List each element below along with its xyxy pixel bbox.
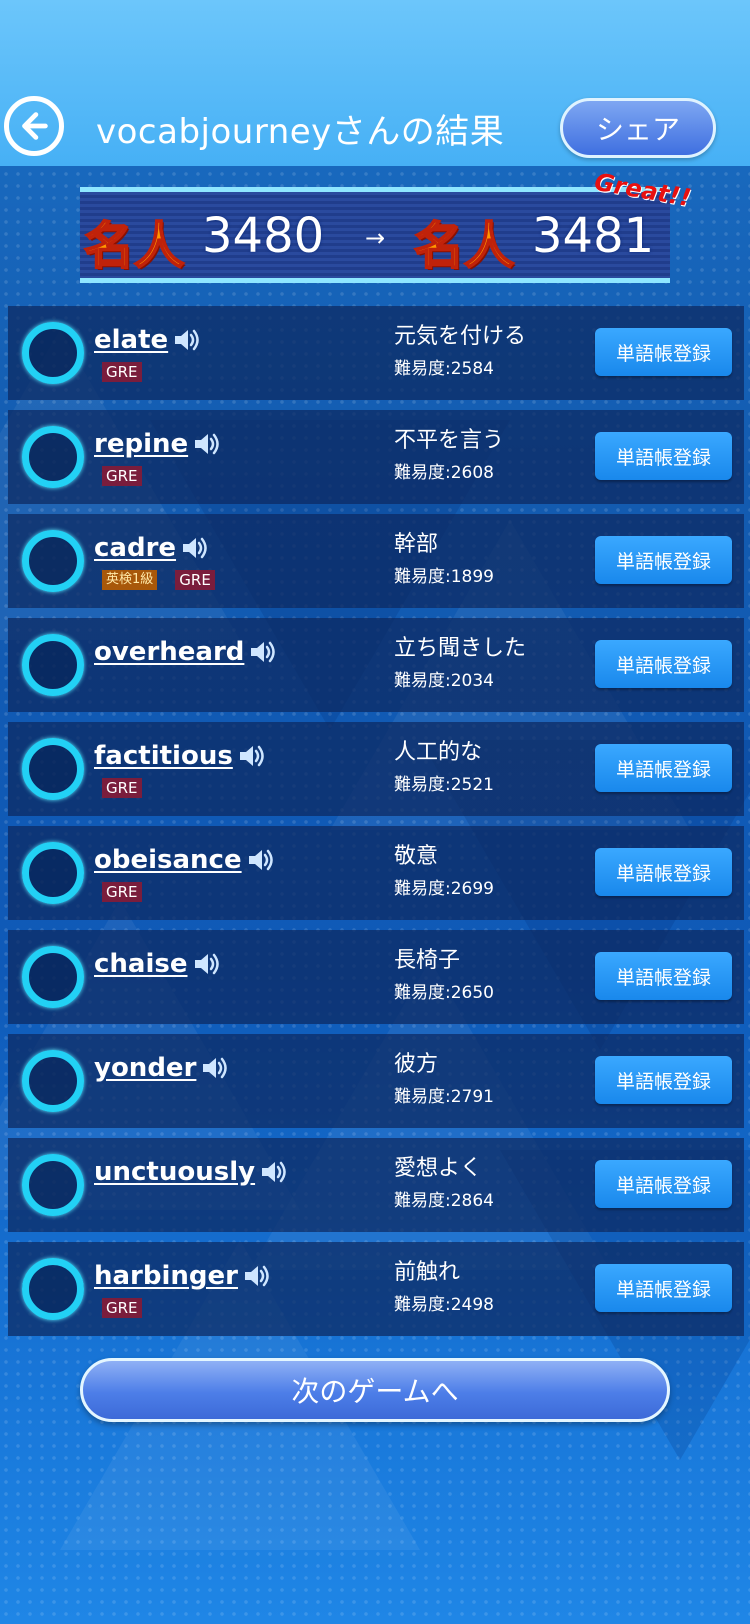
word-tags: GRE <box>102 362 160 382</box>
word-row: chaise 長椅子 難易度:2650 単語帳登録 <box>8 930 744 1024</box>
word-row: factitious GRE 人工的な 難易度:2521 単語帳登録 <box>8 722 744 816</box>
app-header: vocabjourneyさんの結果 シェア <box>0 0 750 166</box>
word-tags: GRE <box>102 466 160 486</box>
word-meaning: 前触れ <box>394 1260 461 1285</box>
word-meaning: 長椅子 <box>394 948 461 973</box>
register-button[interactable]: 単語帳登録 <box>595 1160 732 1208</box>
word-difficulty: 難易度:2650 <box>394 983 494 1003</box>
word-meaning: 幹部 <box>394 532 439 557</box>
correct-circle-icon <box>22 946 84 1008</box>
speaker-icon[interactable] <box>259 1158 287 1186</box>
speaker-icon[interactable] <box>246 846 274 874</box>
word-result-list: elate GRE 元気を付ける 難易度:2584 単語帳登録 repine G… <box>8 306 744 1346</box>
word-row: unctuously 愛想よく 難易度:2864 単語帳登録 <box>8 1138 744 1232</box>
word-tags: GRE <box>102 778 160 798</box>
speaker-icon[interactable] <box>172 326 200 354</box>
word-tag: GRE <box>102 882 142 902</box>
rank-arrow: → <box>365 224 386 252</box>
speaker-icon[interactable] <box>237 742 265 770</box>
word-tags: 英検1級 GRE <box>102 570 233 590</box>
word-difficulty: 難易度:2584 <box>394 359 494 379</box>
word-tags: GRE <box>102 882 160 902</box>
word-link[interactable]: elate <box>94 325 168 355</box>
register-button[interactable]: 単語帳登録 <box>595 328 732 376</box>
register-button[interactable]: 単語帳登録 <box>595 1056 732 1104</box>
back-button[interactable] <box>4 96 64 156</box>
word-difficulty: 難易度:2608 <box>394 463 494 483</box>
word-link[interactable]: yonder <box>94 1053 196 1083</box>
correct-circle-icon <box>22 634 84 696</box>
speaker-icon[interactable] <box>192 430 220 458</box>
register-button[interactable]: 単語帳登録 <box>595 432 732 480</box>
back-arrow-icon <box>22 112 48 140</box>
correct-circle-icon <box>22 530 84 592</box>
word-difficulty: 難易度:2791 <box>394 1087 494 1107</box>
share-button[interactable]: シェア <box>560 98 716 158</box>
word-difficulty: 難易度:2034 <box>394 671 494 691</box>
word-meaning: 人工的な <box>394 740 483 765</box>
word-meaning: 元気を付ける <box>394 324 527 349</box>
speaker-icon[interactable] <box>192 950 220 978</box>
correct-circle-icon <box>22 322 84 384</box>
word-link[interactable]: overheard <box>94 637 244 667</box>
rank-after-title: 名人 <box>413 216 515 276</box>
word-difficulty: 難易度:2498 <box>394 1295 494 1315</box>
speaker-icon[interactable] <box>200 1054 228 1082</box>
word-meaning: 彼方 <box>394 1052 439 1077</box>
word-difficulty: 難易度:2864 <box>394 1191 494 1211</box>
register-button[interactable]: 単語帳登録 <box>595 848 732 896</box>
rank-before-value: 3480 <box>202 208 325 264</box>
word-tag: GRE <box>102 362 142 382</box>
word-row: overheard 立ち聞きした 難易度:2034 単語帳登録 <box>8 618 744 712</box>
word-difficulty: 難易度:1899 <box>394 567 494 587</box>
word-meaning: 立ち聞きした <box>394 636 527 661</box>
correct-circle-icon <box>22 1154 84 1216</box>
rank-banner: 名人 3480 → 名人 3481 <box>80 187 670 283</box>
word-link[interactable]: cadre <box>94 533 176 563</box>
speaker-icon[interactable] <box>242 1262 270 1290</box>
word-link[interactable]: chaise <box>94 949 188 979</box>
word-link[interactable]: obeisance <box>94 845 242 875</box>
correct-circle-icon <box>22 842 84 904</box>
word-link[interactable]: factitious <box>94 741 233 771</box>
speaker-icon[interactable] <box>180 534 208 562</box>
register-button[interactable]: 単語帳登録 <box>595 744 732 792</box>
next-game-button[interactable]: 次のゲームへ <box>80 1358 670 1422</box>
word-tag: GRE <box>102 466 142 486</box>
word-difficulty: 難易度:2521 <box>394 775 494 795</box>
word-tag: GRE <box>175 570 215 590</box>
correct-circle-icon <box>22 738 84 800</box>
page-title: vocabjourneyさんの結果 <box>96 112 505 152</box>
word-meaning: 敬意 <box>394 844 439 869</box>
word-link[interactable]: unctuously <box>94 1157 255 1187</box>
word-row: harbinger GRE 前触れ 難易度:2498 単語帳登録 <box>8 1242 744 1336</box>
word-row: yonder 彼方 難易度:2791 単語帳登録 <box>8 1034 744 1128</box>
word-row: repine GRE 不平を言う 難易度:2608 単語帳登録 <box>8 410 744 504</box>
word-tag: GRE <box>102 778 142 798</box>
word-link[interactable]: harbinger <box>94 1261 238 1291</box>
word-meaning: 愛想よく <box>394 1156 483 1181</box>
speaker-icon[interactable] <box>248 638 276 666</box>
correct-circle-icon <box>22 1258 84 1320</box>
word-row: obeisance GRE 敬意 難易度:2699 単語帳登録 <box>8 826 744 920</box>
register-button[interactable]: 単語帳登録 <box>595 1264 732 1312</box>
rank-before-title: 名人 <box>83 216 185 276</box>
register-button[interactable]: 単語帳登録 <box>595 640 732 688</box>
correct-circle-icon <box>22 426 84 488</box>
word-tag: 英検1級 <box>102 570 158 590</box>
rank-after-value: 3481 <box>532 208 655 264</box>
word-tag: GRE <box>102 1298 142 1318</box>
word-row: elate GRE 元気を付ける 難易度:2584 単語帳登録 <box>8 306 744 400</box>
correct-circle-icon <box>22 1050 84 1112</box>
register-button[interactable]: 単語帳登録 <box>595 952 732 1000</box>
register-button[interactable]: 単語帳登録 <box>595 536 732 584</box>
word-row: cadre 英検1級 GRE 幹部 難易度:1899 単語帳登録 <box>8 514 744 608</box>
word-tags: GRE <box>102 1298 160 1318</box>
word-link[interactable]: repine <box>94 429 188 459</box>
word-meaning: 不平を言う <box>394 428 505 453</box>
word-difficulty: 難易度:2699 <box>394 879 494 899</box>
